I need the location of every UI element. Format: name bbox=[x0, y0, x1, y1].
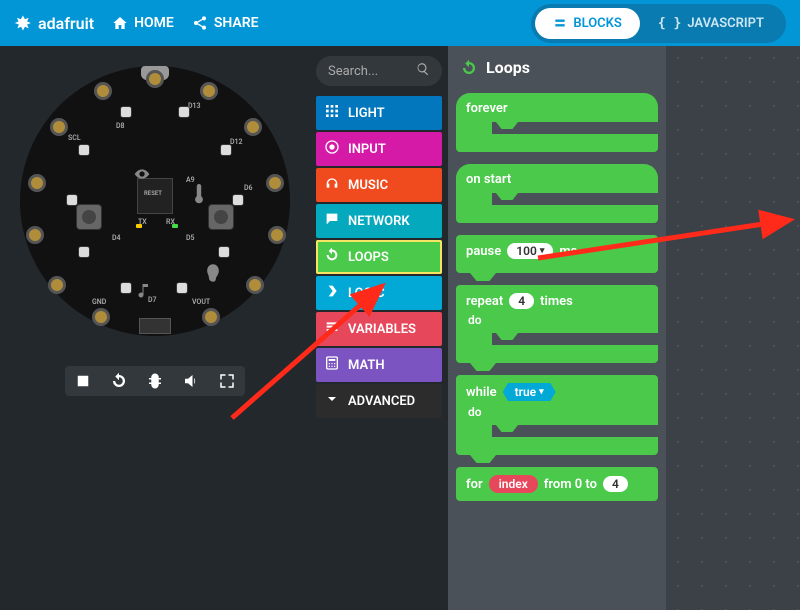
category-input[interactable]: INPUT bbox=[316, 132, 442, 166]
block-while[interactable]: while true do bbox=[456, 375, 658, 455]
toolbox: Search... LIGHT INPUT MUSIC NETWORK LOOPS LOG… bbox=[310, 46, 448, 610]
blocks-icon bbox=[553, 16, 567, 30]
block-for-label: for bbox=[466, 477, 483, 492]
block-pause-label: pause bbox=[466, 244, 501, 259]
search-placeholder: Search... bbox=[328, 64, 378, 79]
block-repeat-do: do bbox=[468, 313, 648, 327]
mode-blocks[interactable]: BLOCKS bbox=[535, 8, 640, 39]
mode-javascript[interactable]: { } JAVASCRIPT bbox=[640, 8, 782, 39]
flyout-title: Loops bbox=[460, 58, 658, 77]
thermometer-icon bbox=[192, 184, 206, 204]
workspace[interactable] bbox=[666, 46, 800, 610]
music-note-icon bbox=[138, 284, 150, 298]
chev-icon bbox=[324, 391, 340, 411]
category-loops[interactable]: LOOPS bbox=[316, 240, 442, 274]
category-math[interactable]: MATH bbox=[316, 348, 442, 382]
block-while-label: while bbox=[466, 385, 497, 400]
block-while-do: do bbox=[468, 405, 648, 419]
category-label: LOGIC bbox=[348, 286, 385, 301]
pause-value-input[interactable]: 100 bbox=[507, 243, 553, 259]
target-icon bbox=[324, 139, 340, 159]
simulator-panel: D13 D12 D6 VOUT GND SCL D8 TX RX bbox=[0, 46, 310, 610]
home-icon bbox=[112, 15, 128, 31]
category-label: LOOPS bbox=[348, 250, 389, 265]
simulator-controls bbox=[65, 366, 245, 396]
category-label: NETWORK bbox=[348, 214, 410, 229]
mode-toggle: BLOCKS { } JAVASCRIPT bbox=[531, 4, 786, 43]
repeat-value-input[interactable]: 4 bbox=[509, 293, 534, 309]
block-on-start-label: on start bbox=[466, 172, 511, 187]
for-variable-input[interactable]: index bbox=[489, 475, 538, 493]
category-label: ADVANCED bbox=[348, 394, 415, 409]
category-logic[interactable]: LOGIC bbox=[316, 276, 442, 310]
category-network[interactable]: NETWORK bbox=[316, 204, 442, 238]
category-advanced[interactable]: ADVANCED bbox=[316, 384, 442, 418]
search-input[interactable]: Search... bbox=[316, 56, 442, 86]
mode-blocks-label: BLOCKS bbox=[573, 16, 622, 31]
category-light[interactable]: LIGHT bbox=[316, 96, 442, 130]
list-icon bbox=[324, 319, 340, 339]
brand-logo: adafruit bbox=[14, 14, 94, 33]
nav-home-label: HOME bbox=[134, 15, 174, 31]
category-label: VARIABLES bbox=[348, 322, 416, 337]
blocks-flyout: Loops forever on start pause 100 ms repe… bbox=[448, 46, 666, 610]
share-icon bbox=[192, 15, 208, 31]
debug-button[interactable] bbox=[146, 372, 164, 390]
circuit-playground-board[interactable]: D13 D12 D6 VOUT GND SCL D8 TX RX bbox=[20, 66, 290, 336]
search-icon bbox=[416, 62, 430, 80]
block-for[interactable]: for index from 0 to 4 bbox=[456, 467, 658, 501]
header: adafruit HOME SHARE BLOCKS { } JAVASCRIP… bbox=[0, 0, 800, 46]
block-repeat-label: repeat bbox=[466, 294, 503, 309]
for-end-input[interactable]: 4 bbox=[603, 476, 628, 492]
while-condition-input[interactable]: true bbox=[503, 383, 556, 401]
mute-button[interactable] bbox=[182, 372, 200, 390]
fullscreen-button[interactable] bbox=[218, 372, 236, 390]
block-on-start[interactable]: on start bbox=[456, 164, 658, 223]
category-label: MUSIC bbox=[348, 178, 388, 193]
block-forever[interactable]: forever bbox=[456, 93, 658, 152]
block-pause-unit: ms bbox=[559, 244, 577, 259]
brand-text: adafruit bbox=[38, 14, 94, 33]
button-b[interactable] bbox=[208, 204, 234, 230]
mode-js-label: JAVASCRIPT bbox=[687, 16, 764, 31]
stop-button[interactable] bbox=[74, 372, 92, 390]
js-braces-icon: { } bbox=[658, 16, 681, 31]
restart-button[interactable] bbox=[110, 372, 128, 390]
category-music[interactable]: MUSIC bbox=[316, 168, 442, 202]
button-a[interactable] bbox=[76, 204, 102, 230]
nav-share[interactable]: SHARE bbox=[192, 15, 259, 31]
headphones-icon bbox=[324, 175, 340, 195]
logic-icon bbox=[324, 283, 340, 303]
block-repeat[interactable]: repeat 4 times do bbox=[456, 285, 658, 363]
flyout-title-label: Loops bbox=[486, 58, 530, 77]
ear-icon bbox=[206, 264, 220, 282]
nav-home[interactable]: HOME bbox=[112, 15, 174, 31]
block-forever-label: forever bbox=[466, 101, 508, 116]
loop-icon bbox=[460, 59, 478, 77]
chat-icon bbox=[324, 211, 340, 231]
block-pause[interactable]: pause 100 ms bbox=[456, 235, 658, 273]
block-for-mid: from 0 to bbox=[544, 477, 597, 492]
battery-connector bbox=[139, 318, 171, 334]
category-label: INPUT bbox=[348, 142, 386, 157]
category-variables[interactable]: VARIABLES bbox=[316, 312, 442, 346]
calc-icon bbox=[324, 355, 340, 375]
eye-icon bbox=[134, 166, 150, 182]
adafruit-icon bbox=[14, 14, 32, 32]
loop-icon bbox=[324, 247, 340, 267]
nav-share-label: SHARE bbox=[214, 15, 259, 31]
grid-icon bbox=[324, 103, 340, 123]
block-repeat-suffix: times bbox=[540, 294, 573, 309]
category-label: MATH bbox=[348, 358, 385, 373]
category-label: LIGHT bbox=[348, 106, 385, 121]
